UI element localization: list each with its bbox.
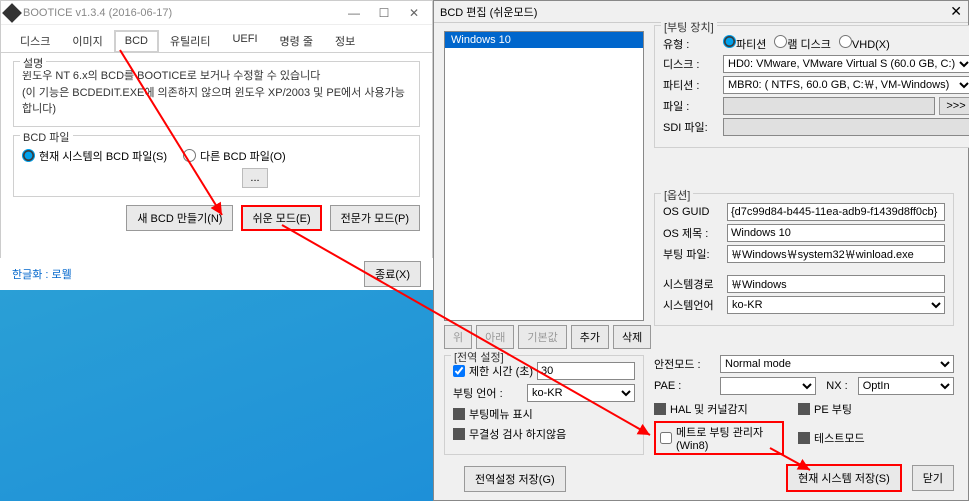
options-group: [옵션] OS GUID OS 제목 : 부팅 파일: 시스템경로 시스템언어k… (654, 193, 954, 326)
tab-uefi[interactable]: UEFI (221, 29, 268, 52)
type-label: 유형 : (663, 36, 719, 52)
bootice-window: BOOTICE v1.3.4 (2016-06-17) — ☐ ✕ 디스크 이미… (0, 0, 433, 290)
app-icon (2, 3, 22, 23)
sdi-label: SDI 파일: (663, 119, 719, 135)
radio-ramdisk[interactable]: 램 디스크 (774, 35, 831, 52)
limit-input[interactable] (537, 362, 635, 380)
tab-disk[interactable]: 디스크 (9, 29, 61, 52)
system-path-label: 시스템경로 (663, 276, 723, 292)
os-listbox[interactable]: Windows 10 (444, 31, 644, 321)
system-path-input[interactable] (727, 275, 945, 293)
boot-file-label: 부팅 파일: (663, 246, 723, 262)
window-title: BOOTICE v1.3.4 (2016-06-17) (23, 7, 172, 19)
new-bcd-button[interactable]: 새 BCD 만들기(N) (126, 205, 233, 231)
radio-vhd[interactable]: VHD(X) (839, 35, 890, 52)
radio-other-bcd[interactable]: 다른 BCD 파일(O) (183, 148, 286, 164)
close-button[interactable]: ✕ (400, 4, 428, 22)
tab-bar: 디스크 이미지 BCD 유틸리티 UEFI 명령 줄 정보 (1, 25, 432, 53)
global-settings-group: [전역 설정] 제한 시간 (초) 부팅 언어 :ko-KR 부팅메뉴 표시 무… (444, 355, 644, 455)
nx-label: NX : (826, 380, 847, 392)
boot-lang-select[interactable]: ko-KR (527, 384, 635, 402)
guid-label: OS GUID (663, 206, 723, 218)
global-label: [전역 설정] (451, 349, 507, 365)
close-button[interactable]: 닫기 (912, 465, 954, 491)
up-button[interactable]: 위 (444, 325, 472, 349)
pae-label: PAE : (654, 380, 710, 392)
tab-image[interactable]: 이미지 (61, 29, 113, 52)
nx-select[interactable]: OptIn (858, 377, 954, 395)
bcd-window-title: BCD 편집 (쉬운모드) (440, 4, 537, 20)
metro-checkbox[interactable]: 메트로 부팅 관리자(Win8) (654, 421, 784, 455)
testmode-checkbox[interactable]: 테스트모드 (798, 421, 928, 455)
os-title-input[interactable] (727, 224, 945, 242)
tab-utility[interactable]: 유틸리티 (159, 29, 221, 52)
integrity-checkbox[interactable]: 무결성 검사 하지않음 (453, 426, 635, 442)
guid-input[interactable] (727, 203, 945, 221)
os-list-item[interactable]: Windows 10 (445, 32, 643, 48)
boot-device-label: [부팅 장치] (661, 19, 717, 35)
add-button[interactable]: 추가 (571, 325, 609, 349)
boot-device-group: [부팅 장치] 유형 : 파티션 램 디스크 VHD(X) 디스크 :HD0: … (654, 25, 969, 148)
titlebar: BOOTICE v1.3.4 (2016-06-17) — ☐ ✕ (1, 1, 432, 25)
pro-mode-button[interactable]: 전문가 모드(P) (330, 205, 420, 231)
bcd-edit-window: BCD 편집 (쉬운모드) ✕ Windows 10 위 아래 기본값 추가 삭… (433, 0, 969, 501)
system-lang-select[interactable]: ko-KR (727, 296, 945, 314)
disk-select[interactable]: HD0: VMware, VMware Virtual S (60.0 GB, … (723, 55, 969, 73)
hangul-credit-link[interactable]: 한글화 : 로웰 (12, 266, 72, 282)
default-button[interactable]: 기본값 (518, 325, 566, 349)
pae-select[interactable] (720, 377, 816, 395)
description-line2: (이 기능은 BCDEDIT.EXE에 의존하지 않으며 윈도우 XP/2003… (22, 85, 411, 118)
bcd-file-group: BCD 파일 현재 시스템의 BCD 파일(S) 다른 BCD 파일(O) ..… (13, 135, 420, 197)
maximize-button[interactable]: ☐ (370, 4, 398, 22)
boot-lang-label: 부팅 언어 : (453, 385, 523, 401)
limit-label: 제한 시간 (초) (469, 363, 533, 379)
description-line1: 윈도우 NT 6.x의 BCD를 BOOTICE로 보거나 수정할 수 있습니다 (22, 68, 411, 85)
delete-button[interactable]: 삭제 (613, 325, 651, 349)
limit-checkbox[interactable] (453, 365, 465, 377)
system-lang-label: 시스템언어 (663, 297, 723, 313)
easy-mode-button[interactable]: 쉬운 모드(E) (241, 205, 321, 231)
bottom-options: 안전모드 : Normal mode PAE : NX : OptIn HAL 및 … (654, 355, 954, 455)
bootmenu-checkbox[interactable]: 부팅메뉴 표시 (453, 406, 635, 422)
close-icon[interactable]: ✕ (950, 3, 962, 20)
browse-button[interactable]: ... (242, 168, 268, 188)
footer-bar: 한글화 : 로웰 종료(X) (0, 258, 433, 290)
tab-bcd[interactable]: BCD (114, 30, 159, 53)
radio-partition[interactable]: 파티션 (723, 35, 766, 52)
save-current-button[interactable]: 현재 시스템 저장(S) (786, 464, 902, 492)
tab-info[interactable]: 정보 (324, 29, 366, 52)
bcd-file-label: BCD 파일 (20, 129, 73, 145)
tab-cmdline[interactable]: 명령 줄 (269, 29, 324, 52)
desktop-background (0, 290, 433, 501)
file-input (723, 97, 935, 115)
partition-label: 파티션 : (663, 77, 719, 93)
file-label: 파일 : (663, 98, 719, 114)
options-label: [옵션] (661, 187, 693, 203)
disk-label: 디스크 : (663, 56, 719, 72)
os-title-label: OS 제목 : (663, 225, 723, 241)
save-global-button[interactable]: 전역설정 저장(G) (464, 466, 566, 492)
description-group: 설명 윈도우 NT 6.x의 BCD를 BOOTICE로 보거나 수정할 수 있… (13, 61, 420, 127)
pe-checkbox[interactable]: PE 부팅 (798, 401, 928, 417)
description-label: 설명 (20, 55, 46, 71)
radio-current-bcd[interactable]: 현재 시스템의 BCD 파일(S) (22, 148, 167, 164)
sdi-input (723, 118, 969, 136)
minimize-button[interactable]: — (340, 4, 368, 22)
down-button[interactable]: 아래 (476, 325, 514, 349)
partition-select[interactable]: MBR0: ( NTFS, 60.0 GB, C:￦, VM-Windows) (723, 76, 969, 94)
boot-file-input[interactable] (727, 245, 945, 263)
safemode-label: 안전모드 : (654, 356, 710, 372)
safemode-select[interactable]: Normal mode (720, 355, 954, 373)
hal-checkbox[interactable]: HAL 및 커널감지 (654, 401, 784, 417)
exit-button[interactable]: 종료(X) (364, 261, 421, 287)
file-browse-button[interactable]: >>> (939, 97, 969, 115)
